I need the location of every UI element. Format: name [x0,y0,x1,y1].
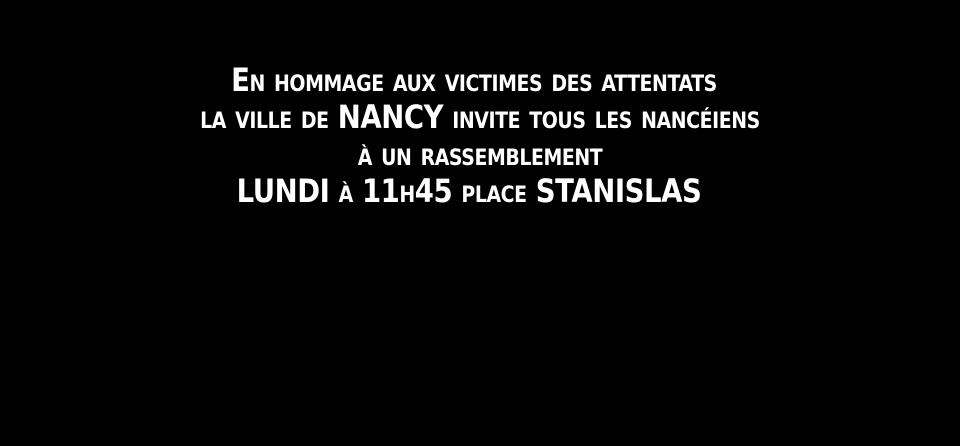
message-line-4: LUNDI à 11h45 place STANISLAS [236,172,702,210]
message-line-1: En hommage aux victimes des attentats [231,61,717,99]
announcement-message: En hommage aux victimes des attentats la… [0,62,960,210]
message-line-2: la ville de NANCY invite tous les nancéi… [200,98,760,136]
announcement-canvas: En hommage aux victimes des attentats la… [0,0,960,446]
message-line-3: à un rassemblement [357,135,603,173]
